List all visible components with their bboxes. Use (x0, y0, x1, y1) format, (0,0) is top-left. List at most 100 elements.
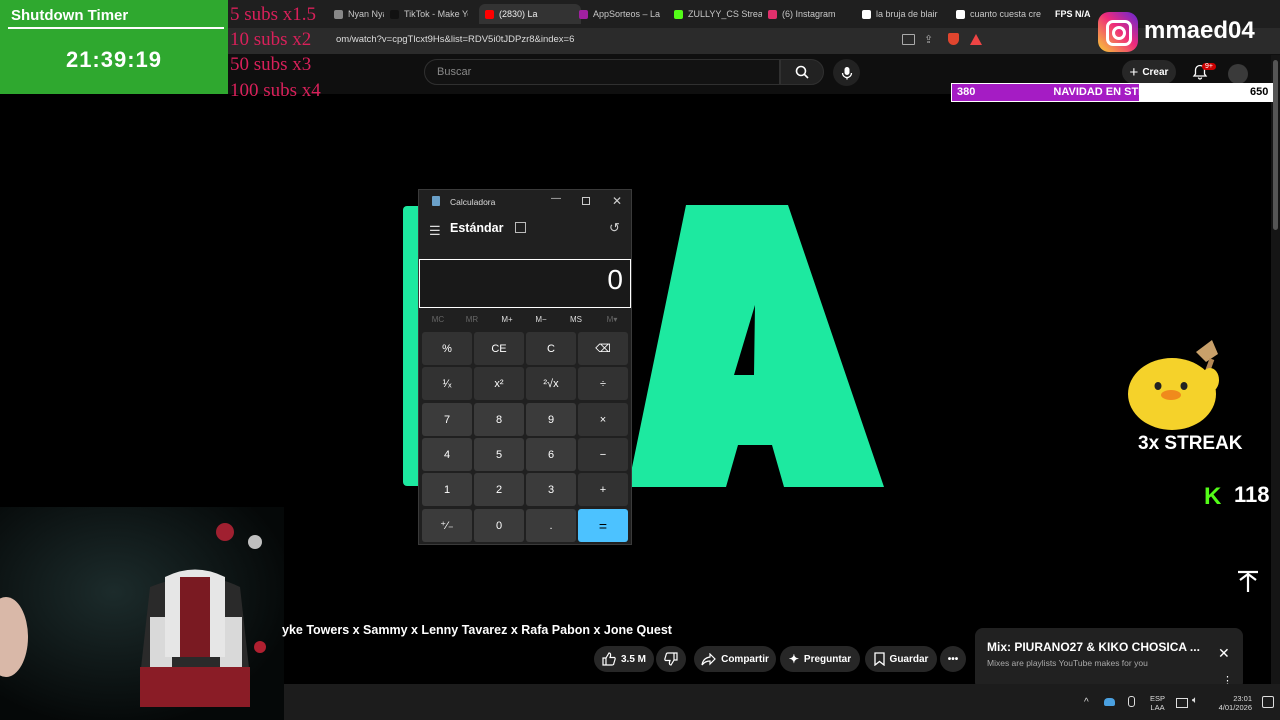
search-input[interactable]: Buscar (424, 59, 780, 85)
clock[interactable]: 23:01 4/01/2026 (1212, 694, 1252, 712)
tab-label: AppSorteos – La (593, 9, 661, 19)
mic-tray-icon[interactable] (1128, 696, 1135, 707)
memory-button[interactable]: M− (524, 315, 558, 324)
calc-key[interactable]: 6 (526, 438, 576, 471)
notification-center-icon[interactable] (1262, 696, 1274, 708)
share-button[interactable]: Compartir (694, 646, 776, 672)
menu-icon[interactable]: ☰ (429, 223, 441, 239)
video-letter-a (628, 205, 884, 487)
calc-key[interactable]: 0 (474, 509, 524, 542)
browser-tab[interactable]: cuanto cuesta cre (956, 4, 1046, 24)
calc-key[interactable]: 3 (526, 473, 576, 506)
mix-subtitle: Mixes are playlists YouTube makes for yo… (987, 658, 1148, 668)
webcam-feed (0, 507, 284, 720)
calc-key[interactable]: + (578, 473, 628, 506)
search-button[interactable] (780, 59, 824, 85)
browser-tab[interactable]: Nyan Nya (334, 4, 384, 24)
rewards-icon[interactable] (970, 34, 982, 45)
instagram-handle: mmaed04 (1144, 17, 1255, 44)
memory-button[interactable]: MR (455, 315, 489, 324)
tab-label: Nyan Nya (348, 9, 384, 19)
calc-key[interactable]: ²√x (526, 367, 576, 400)
browser-tab[interactable]: la bruja de blair (862, 4, 948, 24)
close-button[interactable]: ✕ (612, 194, 622, 208)
volume-icon[interactable]: 🔈︎ (1192, 695, 1198, 706)
scrollbar-thumb[interactable] (1273, 60, 1278, 230)
fps-label: FPS N/A (1055, 9, 1091, 19)
calc-key[interactable]: 9 (526, 403, 576, 436)
calc-key[interactable]: ¹⁄ₓ (422, 367, 472, 400)
duck-sticker (1128, 340, 1219, 430)
calc-key[interactable]: 7 (422, 403, 472, 436)
webcam-scene (0, 523, 266, 707)
browser-tab[interactable]: ZULLYY_CS Strea (674, 4, 762, 24)
memory-button[interactable]: M+ (490, 315, 524, 324)
onedrive-icon[interactable] (1104, 698, 1115, 706)
tab-favicon-icon (862, 9, 871, 19)
url-field[interactable]: om/watch?v=cpgTlcxt9Hs&list=RDV5i0tJDPzr… (336, 34, 574, 45)
subs-rule: 100 subs x4 (230, 80, 321, 101)
keep-on-top-icon[interactable] (515, 222, 526, 233)
tray-expand-icon[interactable]: ^ (1084, 697, 1089, 708)
notification-badge: 9+ (1202, 63, 1216, 70)
dislike-button[interactable] (656, 646, 686, 672)
share-page-icon[interactable]: ⇪ (924, 33, 933, 46)
mix-title[interactable]: Mix: PIURANO27 & KIKO CHOSICA ... (987, 640, 1200, 654)
calc-key[interactable]: C (526, 332, 576, 365)
voice-search-button[interactable] (833, 59, 860, 86)
calc-key[interactable]: ⌫ (578, 332, 628, 365)
calc-key[interactable]: % (422, 332, 472, 365)
calc-key[interactable]: 1 (422, 473, 472, 506)
calc-key[interactable]: − (578, 438, 628, 471)
more-icon: ••• (947, 653, 959, 665)
browser-tab[interactable]: AppSorteos – La (579, 4, 663, 24)
bookmark-icon (873, 652, 885, 666)
kick-viewer-count: 118 (1234, 482, 1270, 507)
more-actions-button[interactable]: ••• (940, 646, 966, 672)
save-button[interactable]: Guardar (865, 646, 937, 672)
calc-key[interactable]: CE (474, 332, 524, 365)
timer-value: 21:39:19 (65, 47, 163, 72)
language-indicator[interactable]: ESP LAA (1150, 694, 1165, 712)
memory-button[interactable]: M▾ (595, 315, 629, 324)
tab-label: (2830) La (499, 9, 538, 19)
maximize-button[interactable] (582, 197, 590, 205)
avatar[interactable] (1228, 64, 1248, 84)
instagram-icon (1098, 12, 1138, 52)
overlay-logo-icon (1238, 570, 1258, 592)
create-button[interactable]: + Crear (1122, 60, 1176, 84)
calc-key[interactable]: 4 (422, 438, 472, 471)
calc-key[interactable]: 8 (474, 403, 524, 436)
goal-title: NAVIDAD EN STREAM (1053, 86, 1171, 98)
sparkle-icon: ✦ (788, 652, 799, 666)
search-icon (795, 65, 809, 79)
browser-tab[interactable]: TikTok - Make Yo (390, 4, 468, 24)
calc-key[interactable]: ⁺⁄₋ (422, 509, 472, 542)
browser-tab[interactable]: (6) Instagram (768, 4, 852, 24)
calc-key[interactable]: 5 (474, 438, 524, 471)
video-title: yke Towers x Sammy x Lenny Tavarez x Raf… (282, 623, 672, 637)
minimize-button[interactable]: — (551, 193, 561, 204)
brave-shield-icon[interactable] (948, 33, 959, 45)
close-mix-icon[interactable]: ✕ (1218, 645, 1230, 662)
memory-button[interactable]: MS (559, 315, 593, 324)
calc-key[interactable]: . (526, 509, 576, 542)
calc-key[interactable]: x² (474, 367, 524, 400)
browser-tab[interactable]: (2830) La (479, 4, 581, 24)
cast-icon[interactable] (902, 34, 915, 45)
tab-label: cuanto cuesta cre (970, 9, 1042, 19)
calc-key[interactable]: × (578, 403, 628, 436)
ask-button[interactable]: ✦ Preguntar (780, 646, 860, 672)
memory-button[interactable]: MC (421, 315, 455, 324)
tab-favicon-icon (674, 9, 683, 19)
share-label: Compartir (721, 653, 769, 665)
save-label: Guardar (889, 653, 929, 665)
calc-key[interactable]: = (578, 509, 628, 542)
calc-key[interactable]: ÷ (578, 367, 628, 400)
history-icon[interactable]: ↺ (609, 220, 620, 236)
like-button[interactable]: 3.5 M (594, 646, 654, 672)
network-icon[interactable] (1176, 698, 1188, 708)
tab-label: TikTok - Make Yo (404, 9, 468, 19)
tab-favicon-icon (579, 9, 588, 19)
calc-key[interactable]: 2 (474, 473, 524, 506)
